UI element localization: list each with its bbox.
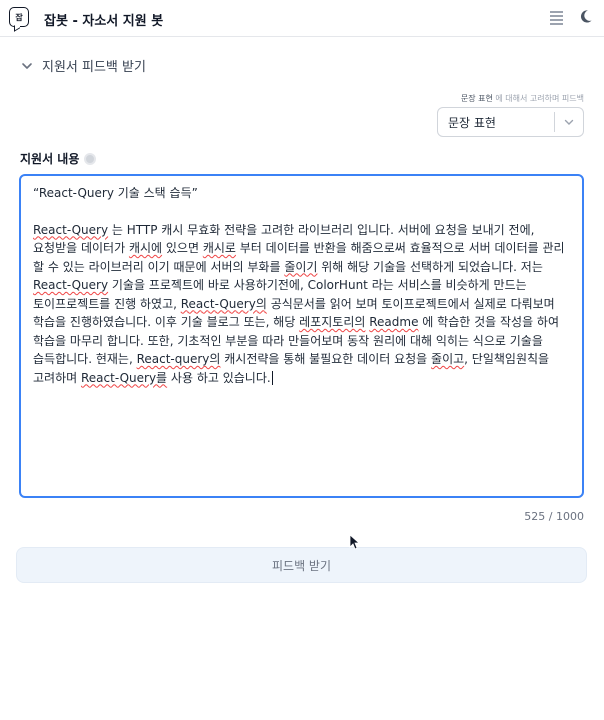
- spellcheck-flagged-word: 줄이고: [431, 352, 465, 366]
- dark-mode-moon-icon[interactable]: [578, 9, 593, 24]
- app-logo: 잡: [9, 7, 29, 27]
- spellcheck-flagged-word: React-Query를: [80, 370, 168, 385]
- spellcheck-flagged-word: 레포지토리의: [299, 315, 366, 329]
- feedback-section-toggle[interactable]: 지원서 피드백 받기: [20, 56, 146, 75]
- logo-text: 잡: [15, 12, 23, 22]
- content-field-label: 지원서 내용: [20, 150, 97, 167]
- spellcheck-flagged-word: React-Query의: [180, 296, 267, 311]
- textarea-body: React-Query 는 HTTP 캐시 무효화 전략을 고려한 라이브러리 …: [33, 221, 570, 388]
- text-caret: [271, 371, 273, 385]
- application-content-textarea[interactable]: “React-Query 기술 스택 습득” React-Query 는 HTT…: [19, 174, 584, 498]
- hint-strong: 문장 표현: [460, 94, 493, 103]
- spellcheck-flagged-word: React-query의: [136, 352, 221, 366]
- text-segment: 사용 하고 있습니다.: [167, 370, 271, 385]
- top-bar: 잡 잡봇 - 자소서 지원 봇: [0, 0, 604, 37]
- spellcheck-flagged-word: 줄이기: [284, 259, 318, 274]
- get-feedback-button[interactable]: 피드백 받기: [16, 547, 587, 583]
- spellcheck-flagged-word: React-Query: [33, 278, 109, 292]
- menu-icon[interactable]: [550, 11, 563, 25]
- spellcheck-flagged-word: Readme: [369, 315, 419, 329]
- section-title: 지원서 피드백 받기: [42, 60, 146, 75]
- select-chevron-icon: [555, 116, 583, 128]
- text-segment: 캐시전략을 통해 불필요한 데이터 요청을: [220, 352, 432, 366]
- spellcheck-flagged-word: 캐시로: [202, 241, 236, 255]
- spellcheck-flagged-word: React-Query: [33, 222, 109, 237]
- select-value: 문장 표현: [448, 115, 496, 130]
- chevron-down-icon: [22, 62, 32, 69]
- feedback-hint: 문장 표현 에 대해서 고려하며 피드백: [461, 93, 584, 104]
- hint-rest: 에 대해서 고려하며 피드백: [495, 94, 584, 103]
- content-label-text: 지원서 내용: [20, 152, 80, 166]
- text-segment: 위해 해당 기술을 선택하게 되었습니다. 저는: [317, 259, 543, 274]
- spellcheck-flagged-word: 캐시에: [128, 241, 163, 255]
- mouse-cursor-icon: [349, 534, 361, 550]
- info-icon[interactable]: [84, 152, 97, 165]
- app-title: 잡봇 - 자소서 지원 봇: [44, 14, 164, 29]
- feedback-type-select[interactable]: 문장 표현: [437, 107, 584, 137]
- character-counter: 525 / 1000: [524, 510, 584, 523]
- textarea-title-line: “React-Query 기술 스택 습득”: [33, 186, 198, 200]
- text-segment: 있으면: [162, 241, 203, 255]
